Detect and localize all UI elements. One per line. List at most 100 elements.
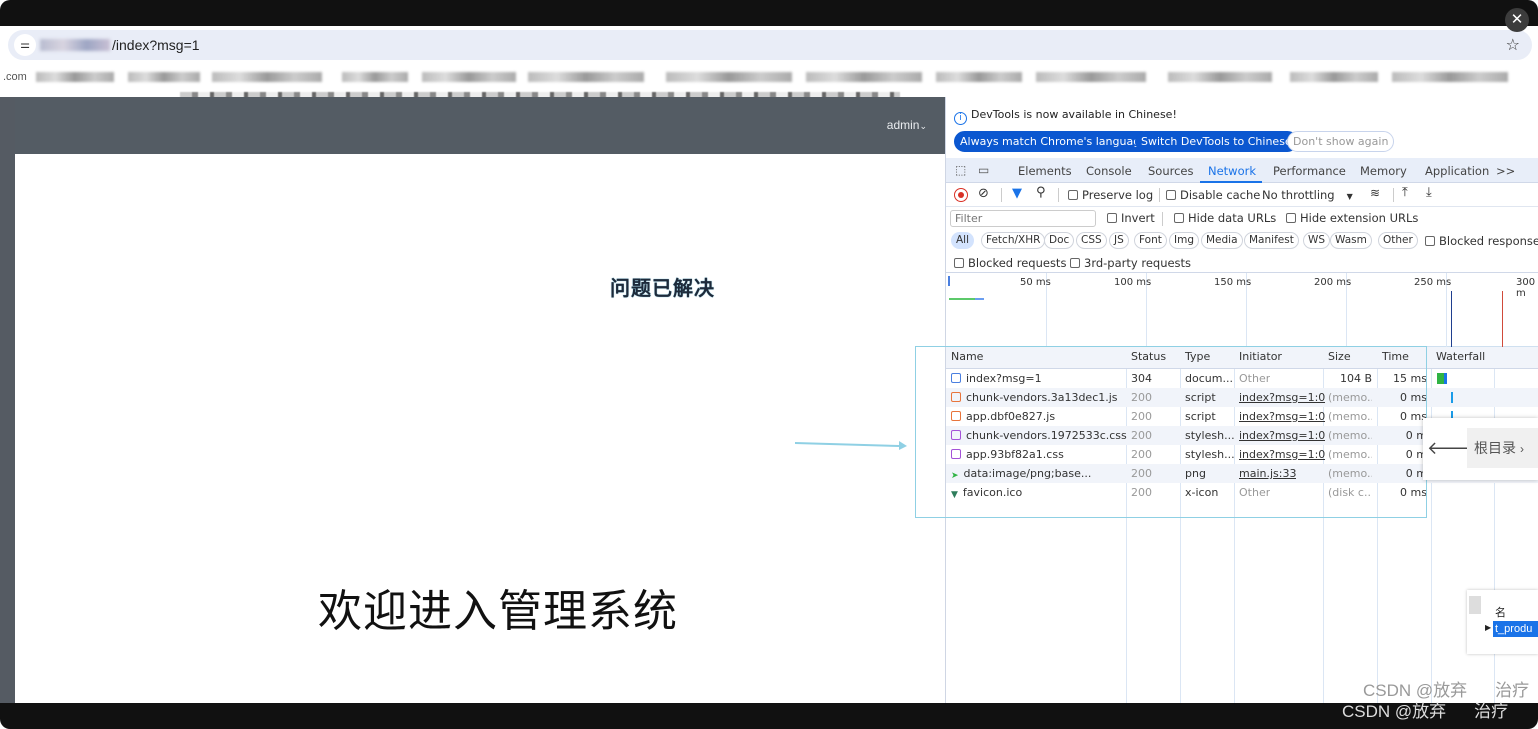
type-filter-css[interactable]: CSS xyxy=(1076,232,1107,249)
import-har-icon[interactable]: ⤒ xyxy=(1402,185,1408,200)
address-bar[interactable]: ⚌ /index?msg=1 ☆ xyxy=(8,30,1532,60)
cell-name[interactable]: ➤ data:image/png;base... xyxy=(951,464,1091,483)
type-filter-ws[interactable]: WS xyxy=(1303,232,1331,249)
hide-data-urls-checkbox[interactable]: Hide data URLs xyxy=(1174,211,1276,225)
hide-extension-urls-checkbox[interactable]: Hide extension URLs xyxy=(1286,211,1418,225)
filter-input[interactable] xyxy=(950,210,1096,227)
bookmark-item[interactable] xyxy=(806,71,922,85)
export-har-icon[interactable]: ⤓ xyxy=(1426,185,1432,200)
breadcrumb-popup: 🡐 根目录 › xyxy=(1423,418,1538,480)
column-header-waterfall[interactable]: Waterfall xyxy=(1431,347,1485,369)
requests-table: Name Status Type Initiator Size Time Wat… xyxy=(946,347,1538,703)
invert-label: Invert xyxy=(1121,211,1155,225)
type-filter-js[interactable]: JS xyxy=(1109,232,1129,249)
tab-application[interactable]: Application xyxy=(1425,164,1489,178)
bookmark-item[interactable] xyxy=(342,71,408,85)
root-directory-button[interactable]: 根目录 › xyxy=(1467,428,1538,468)
cell-initiator[interactable]: index?msg=1:0 xyxy=(1239,426,1325,445)
site-info-icon[interactable]: ⚌ xyxy=(14,34,36,56)
table-row[interactable]: chunk-vendors.3a13dec1.js 200 script index?… xyxy=(946,388,1538,407)
tab-performance[interactable]: Performance xyxy=(1273,164,1346,178)
cell-initiator[interactable]: index?msg=1:0 xyxy=(1239,388,1325,407)
tab-memory[interactable]: Memory xyxy=(1360,164,1407,178)
disable-cache-checkbox[interactable]: Disable cache xyxy=(1166,188,1260,202)
preserve-log-checkbox[interactable]: Preserve log xyxy=(1068,188,1153,202)
column-header-time[interactable]: Time xyxy=(1377,347,1409,369)
column-header-type[interactable]: Type xyxy=(1180,347,1210,369)
user-menu[interactable]: admin⌄ xyxy=(887,118,927,132)
bookmark-item[interactable] xyxy=(212,71,322,85)
type-filter-img[interactable]: Img xyxy=(1169,232,1199,249)
type-filter-other[interactable]: Other xyxy=(1378,232,1418,249)
close-icon[interactable]: ✕ xyxy=(1505,8,1529,32)
tab-console[interactable]: Console xyxy=(1086,164,1132,178)
type-filter-all[interactable]: All xyxy=(951,232,975,249)
table-row[interactable]: index?msg=1 304 docum... Other 104 B 15 ms xyxy=(946,369,1538,388)
type-filter-fetch-xhr[interactable]: Fetch/XHR xyxy=(981,232,1046,249)
switch-to-chinese-button[interactable]: Switch DevTools to Chinese xyxy=(1135,131,1298,152)
bookmark-item[interactable] xyxy=(422,71,516,85)
column-header-name[interactable]: Name xyxy=(946,347,983,369)
search-icon[interactable]: ⚲ xyxy=(1036,185,1046,200)
url-text[interactable]: /index?msg=1 xyxy=(112,37,200,53)
bookmark-item[interactable] xyxy=(666,71,792,85)
column-header-size[interactable]: Size xyxy=(1323,347,1351,369)
blocked-response-checkbox[interactable]: Blocked response co xyxy=(1425,234,1538,248)
network-toolbar: ⊘ ▼ ⚲ Preserve log Disable cache No thro… xyxy=(946,183,1538,207)
third-party-checkbox[interactable]: 3rd-party requests xyxy=(1070,256,1191,270)
bookmark-item[interactable] xyxy=(1036,71,1146,85)
bookmark-star-icon[interactable]: ☆ xyxy=(1506,35,1520,55)
tab-network[interactable]: Network xyxy=(1208,164,1256,178)
cell-name[interactable]: index?msg=1 xyxy=(951,369,1042,388)
hide-data-urls-label: Hide data URLs xyxy=(1188,211,1277,225)
network-conditions-icon[interactable]: ≋ xyxy=(1370,186,1380,200)
cell-initiator[interactable]: main.js:33 xyxy=(1239,464,1296,483)
bookmark-item[interactable] xyxy=(1392,71,1508,85)
cell-time: 0 ms xyxy=(1400,486,1427,499)
type-filter-font[interactable]: Font xyxy=(1134,232,1167,249)
inspect-element-icon[interactable]: ⬚ xyxy=(955,163,966,177)
cell-name[interactable]: app.dbf0e827.js xyxy=(951,407,1055,426)
type-filter-media[interactable]: Media xyxy=(1201,232,1243,249)
cell-name[interactable]: ▼ favicon.ico xyxy=(951,483,1022,502)
device-toolbar-icon[interactable]: ▭ xyxy=(978,163,989,177)
column-header-status[interactable]: Status xyxy=(1126,347,1166,369)
throttling-value: No throttling xyxy=(1262,188,1335,202)
bookmark-item[interactable] xyxy=(128,71,200,85)
invert-checkbox[interactable]: Invert xyxy=(1107,211,1155,225)
clear-icon[interactable]: ⊘ xyxy=(978,186,989,201)
cell-name[interactable]: chunk-vendors.3a13dec1.js xyxy=(951,388,1118,407)
bookmark-item[interactable] xyxy=(528,71,644,85)
cell-initiator[interactable]: index?msg=1:0 xyxy=(1239,407,1325,426)
table-row[interactable]: ▼ favicon.ico 200 x-icon Other (disk c... 0 ms xyxy=(946,483,1538,502)
cell-name[interactable]: app.93bf82a1.css xyxy=(951,445,1064,464)
scroll-handle[interactable] xyxy=(1469,596,1481,614)
blocked-requests-checkbox[interactable]: Blocked requests xyxy=(954,256,1066,270)
throttling-select[interactable]: No throttling ▼ xyxy=(1262,188,1353,202)
always-match-language-button[interactable]: Always match Chrome's language xyxy=(954,131,1153,152)
bookmark-item[interactable] xyxy=(1290,71,1378,85)
bookmark-item[interactable] xyxy=(936,71,1022,85)
record-icon[interactable] xyxy=(954,188,968,202)
filter-icon[interactable]: ▼ xyxy=(1012,186,1022,201)
type-filter-doc[interactable]: Doc xyxy=(1044,232,1075,249)
bookmark-item[interactable]: .com xyxy=(3,71,27,85)
type-filter-manifest[interactable]: Manifest xyxy=(1244,232,1299,249)
network-overview-timeline[interactable]: 50 ms 100 ms 150 ms 200 ms 250 ms 300 m xyxy=(946,273,1538,347)
back-arrow-icon[interactable]: 🡐 xyxy=(1427,428,1475,468)
bookmark-item[interactable] xyxy=(36,71,114,85)
bookmark-item[interactable] xyxy=(1168,71,1272,85)
dont-show-again-button[interactable]: Don't show again xyxy=(1287,131,1395,152)
tab-elements[interactable]: Elements xyxy=(1018,164,1072,178)
column-header-initiator[interactable]: Initiator xyxy=(1234,347,1282,369)
cell-name[interactable]: chunk-vendors.1972533c.css xyxy=(951,426,1127,445)
type-filter-wasm[interactable]: Wasm xyxy=(1330,232,1372,249)
selected-table-item[interactable]: t_produ xyxy=(1493,621,1538,637)
cell-size: (memo... xyxy=(1328,391,1372,404)
timeline-handle[interactable] xyxy=(948,276,950,286)
tab-sources[interactable]: Sources xyxy=(1148,164,1194,178)
cell-initiator[interactable]: index?msg=1:0 xyxy=(1239,445,1325,464)
welcome-heading: 欢迎进入管理系统 xyxy=(318,587,678,636)
cell-time: 0 ms xyxy=(1400,391,1427,404)
more-tabs-button[interactable]: >> xyxy=(1496,164,1515,178)
